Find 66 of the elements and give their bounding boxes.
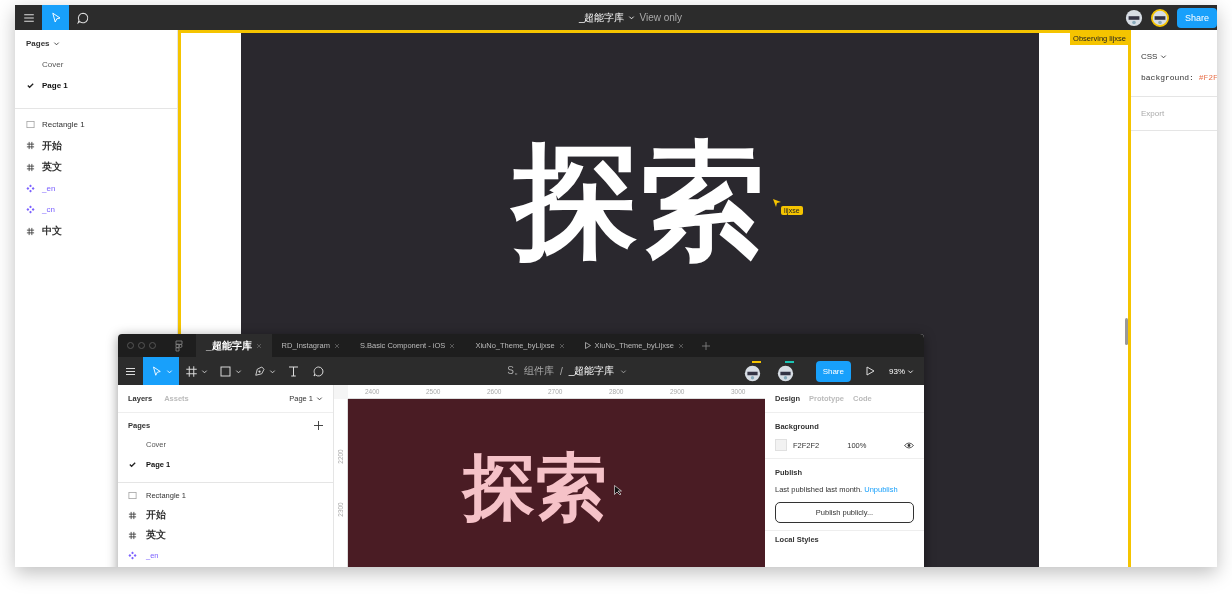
layer-item[interactable]: _en — [42, 184, 56, 194]
close-icon[interactable] — [333, 342, 340, 349]
file-title[interactable]: _超能字库 — [578, 10, 625, 25]
checkmark-icon — [128, 459, 137, 469]
layer-item[interactable]: 开始 — [146, 508, 166, 522]
zoom-level[interactable]: 93% — [889, 366, 905, 376]
section-heading[interactable]: CSS — [1141, 51, 1158, 61]
pen-icon — [252, 363, 267, 379]
file-tab[interactable]: _超能字库 — [196, 334, 272, 357]
chevron-down-icon[interactable] — [201, 367, 208, 375]
chevron-down-icon[interactable] — [269, 367, 276, 375]
layer-item[interactable]: _cn — [42, 205, 55, 215]
hash-icon — [26, 141, 35, 151]
avatar-icon[interactable] — [1124, 8, 1143, 27]
layer-item[interactable]: 开始 — [42, 138, 62, 153]
page-item[interactable]: Page 1 — [15, 75, 177, 96]
file-breadcrumb[interactable]: _超能字库 — [568, 364, 615, 378]
cursor-arrow-icon — [614, 485, 623, 496]
artwork-text: 探索 — [463, 451, 607, 529]
layer-item[interactable]: 英文 — [42, 160, 62, 175]
chevron-down-icon[interactable] — [628, 14, 636, 21]
chevron-down-icon[interactable] — [235, 367, 242, 375]
scrollbar[interactable] — [1125, 318, 1128, 345]
component-icon — [26, 205, 35, 215]
view-mode-label: View only — [639, 12, 683, 23]
breadcrumb-separator: / — [559, 365, 563, 377]
layer-item[interactable]: 英文 — [146, 528, 166, 542]
chevron-down-icon[interactable] — [1160, 52, 1168, 60]
layer-item[interactable]: 中文 — [42, 224, 62, 239]
chevron-down-icon[interactable] — [52, 40, 60, 47]
play-icon — [584, 342, 591, 349]
eye-icon[interactable] — [904, 441, 914, 449]
hash-icon — [128, 530, 137, 540]
close-icon[interactable] — [558, 342, 565, 349]
chevron-down-icon[interactable] — [907, 367, 914, 375]
play-icon[interactable] — [865, 366, 875, 376]
app-logo-icon[interactable] — [174, 339, 184, 352]
export-heading: Export — [1141, 109, 1165, 118]
speech-bubble-icon — [311, 363, 326, 379]
avatar-icon[interactable] — [776, 364, 794, 382]
close-icon[interactable] — [677, 342, 684, 349]
hash-icon — [26, 226, 35, 236]
color-swatch[interactable] — [775, 439, 787, 451]
css-code: background: #F2F — [1131, 66, 1217, 97]
avatar-icon[interactable] — [1150, 8, 1169, 27]
checkmark-icon — [26, 81, 35, 90]
close-icon[interactable] — [255, 342, 262, 349]
component-icon — [26, 184, 35, 194]
pages-heading[interactable]: Pages — [26, 39, 50, 48]
avatar-icon[interactable] — [743, 364, 761, 382]
square-icon — [218, 363, 233, 379]
hash-icon — [26, 162, 35, 172]
layer-item[interactable]: Rectangle 1 — [42, 120, 85, 130]
square-icon — [128, 490, 137, 500]
chevron-down-icon[interactable] — [620, 367, 628, 375]
component-icon — [128, 550, 137, 560]
page-item[interactable]: Cover — [15, 54, 177, 75]
hash-icon — [128, 510, 137, 520]
close-icon[interactable] — [449, 342, 456, 349]
square-icon — [26, 120, 35, 130]
plus-icon[interactable] — [314, 421, 323, 430]
text-tool-icon — [286, 363, 301, 379]
project-breadcrumb[interactable]: S。组件库 — [507, 364, 554, 378]
chevron-down-icon[interactable] — [316, 395, 323, 402]
cursor-arrow-icon — [773, 199, 781, 207]
hash-icon — [184, 363, 199, 379]
